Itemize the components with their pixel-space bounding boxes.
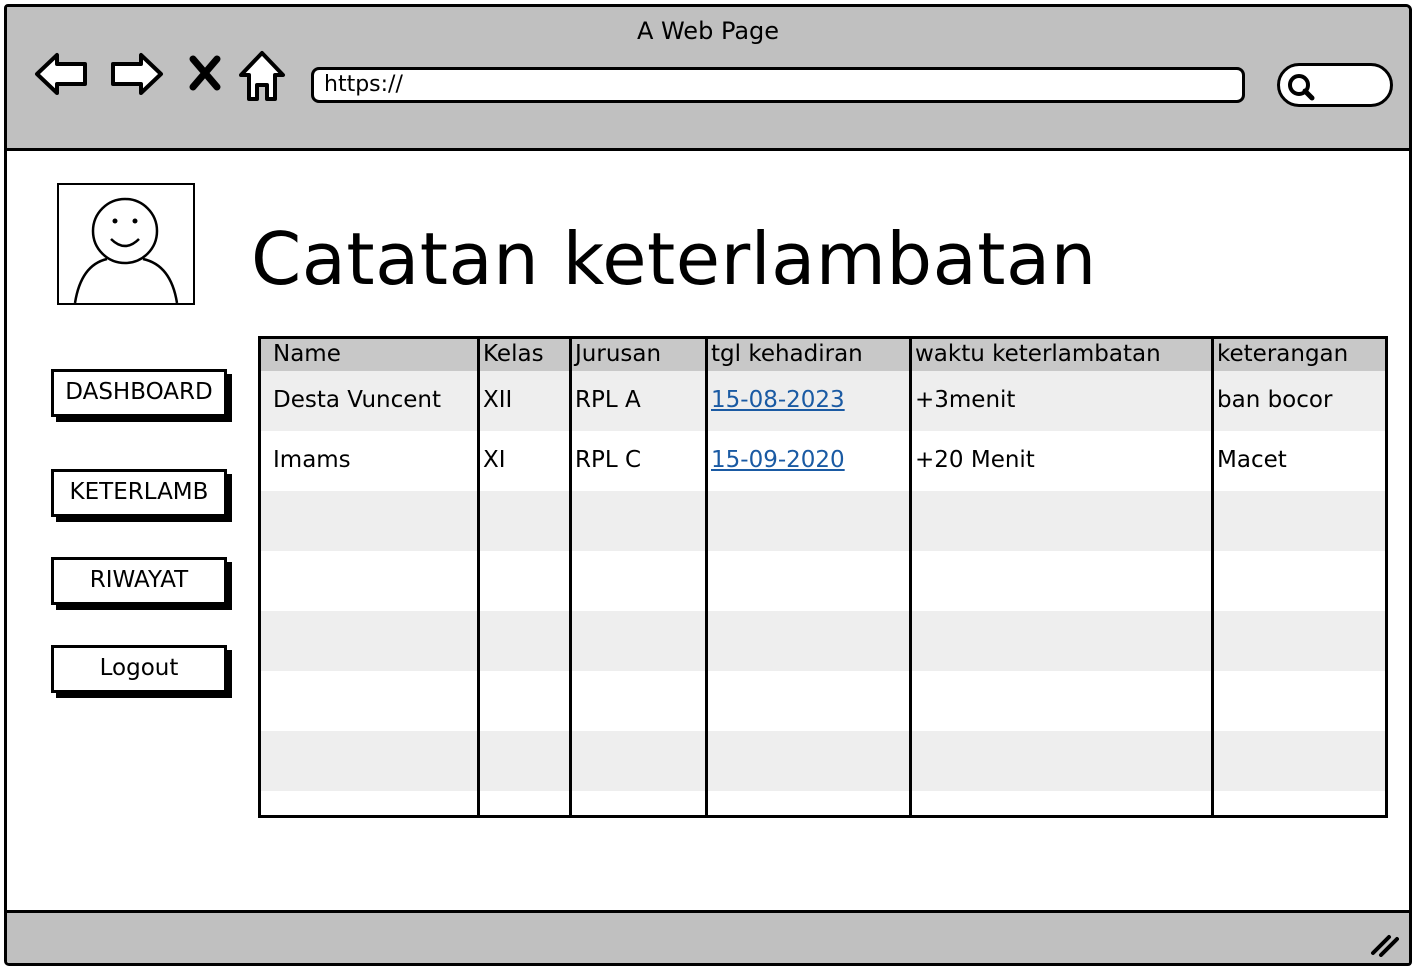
close-icon[interactable] xyxy=(187,53,223,93)
cell-date-link[interactable]: 15-08-2023 xyxy=(711,387,845,413)
browser-toolbar: A Web Page https:// xyxy=(7,7,1409,151)
status-bar xyxy=(7,910,1409,963)
table-row xyxy=(261,731,1385,791)
column-divider xyxy=(477,339,480,815)
cell-waktu: +20 Menit xyxy=(915,447,1035,473)
cell-name: Imams xyxy=(273,447,351,473)
column-divider xyxy=(1211,339,1214,815)
cell-name: Desta Vuncent xyxy=(273,387,441,413)
cell-keterangan: Macet xyxy=(1217,447,1287,473)
column-header-name[interactable]: Name xyxy=(273,341,341,367)
search-icon xyxy=(1288,74,1315,101)
cell-keterangan: ban bocor xyxy=(1217,387,1333,413)
cell-kelas: XI xyxy=(483,447,506,473)
table-row xyxy=(261,671,1385,731)
sidebar-item-riwayat[interactable]: RIWAYAT xyxy=(51,557,227,605)
column-divider xyxy=(705,339,708,815)
resize-grip-icon[interactable] xyxy=(1369,931,1399,957)
forward-arrow-icon[interactable] xyxy=(107,49,165,99)
column-header-waktu-keterlambatan[interactable]: waktu keterlambatan xyxy=(915,341,1161,367)
column-header-jurusan[interactable]: Jurusan xyxy=(575,341,661,367)
page-title: Catatan keterlambatan xyxy=(251,217,1097,301)
cell-kelas: XII xyxy=(483,387,513,413)
user-avatar-icon xyxy=(73,197,179,304)
table-row xyxy=(261,611,1385,671)
back-arrow-icon[interactable] xyxy=(33,49,91,99)
search-input[interactable] xyxy=(1277,63,1393,107)
browser-window: A Web Page https:// Catatan keterlambata… xyxy=(4,4,1412,966)
column-header-tgl-kehadiran[interactable]: tgl kehadiran xyxy=(711,341,863,367)
logout-button[interactable]: Logout xyxy=(51,645,227,693)
home-icon[interactable] xyxy=(237,49,287,103)
cell-date-link[interactable]: 15-09-2020 xyxy=(711,447,845,473)
address-bar[interactable]: https:// xyxy=(311,67,1245,103)
column-divider xyxy=(569,339,572,815)
cell-jurusan: RPL A xyxy=(575,387,641,413)
table-row xyxy=(261,491,1385,551)
sidebar-item-keterlambatan[interactable]: KETERLAMB xyxy=(51,469,227,517)
cell-jurusan: RPL C xyxy=(575,447,642,473)
avatar xyxy=(57,183,195,305)
lateness-table: Name Kelas Jurusan tgl kehadiran waktu k… xyxy=(258,336,1388,818)
column-header-keterangan[interactable]: keterangan xyxy=(1217,341,1348,367)
column-header-kelas[interactable]: Kelas xyxy=(483,341,544,367)
cell-waktu: +3menit xyxy=(915,387,1016,413)
window-title: A Web Page xyxy=(636,17,780,45)
sidebar-item-dashboard[interactable]: DASHBOARD xyxy=(51,369,227,417)
column-divider xyxy=(909,339,912,815)
table-row xyxy=(261,551,1385,611)
